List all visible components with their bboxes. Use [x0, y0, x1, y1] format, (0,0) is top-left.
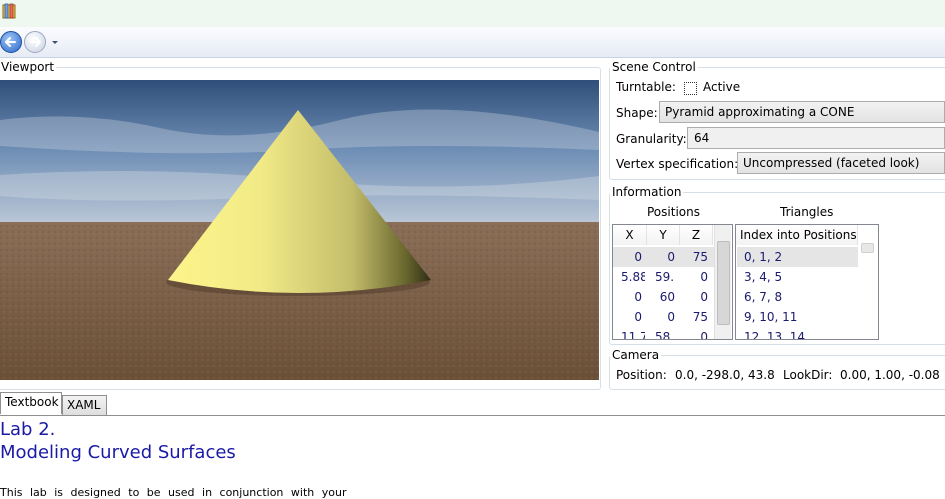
- document-tabs: Textbook XAML: [0, 392, 945, 416]
- table-cell[interactable]: 0: [647, 310, 675, 324]
- table-cell[interactable]: 75: [680, 250, 708, 264]
- table-cell[interactable]: 0: [647, 250, 675, 264]
- app-icon: [2, 3, 16, 19]
- table-cell[interactable]: 0: [680, 330, 708, 339]
- positions-list[interactable]: X Y Z 0 0 75 5.88 59.7 0 0 60 0 0 0 75 1…: [612, 224, 733, 340]
- document-paragraph: This lab is designed to be used in conju…: [0, 486, 347, 499]
- vertex-specification-value: Uncompressed (faceted look): [743, 156, 920, 170]
- table-cell[interactable]: 5.88: [613, 270, 645, 284]
- table-cell[interactable]: 60: [647, 290, 675, 304]
- table-cell[interactable]: 75: [680, 310, 708, 324]
- table-cell[interactable]: 0: [680, 290, 708, 304]
- list-item[interactable]: 6, 7, 8: [744, 290, 782, 304]
- table-cell[interactable]: 0: [613, 310, 642, 324]
- granularity-label: Granularity:: [616, 132, 687, 146]
- positions-scrollbar[interactable]: [714, 225, 731, 339]
- camera-lookdir-label: LookDir:: [783, 368, 833, 382]
- turntable-label: Turntable:: [616, 80, 676, 94]
- table-cell[interactable]: 0: [613, 290, 642, 304]
- information-legend: Information: [612, 185, 682, 199]
- positions-header: Positions: [647, 205, 700, 219]
- tab-xaml[interactable]: XAML: [62, 395, 107, 415]
- granularity-field[interactable]: 64: [687, 127, 945, 149]
- scrollbar-thumb[interactable]: [861, 243, 874, 253]
- viewport-legend: Viewport: [1, 60, 55, 74]
- granularity-value: 64: [694, 131, 710, 145]
- table-cell[interactable]: 58.8: [647, 330, 675, 339]
- navigation-bar: [0, 27, 945, 58]
- back-arrow-icon: [5, 37, 16, 47]
- triangles-header: Triangles: [780, 205, 834, 219]
- table-cell[interactable]: 0: [680, 270, 708, 284]
- table-cell[interactable]: 0: [613, 250, 642, 264]
- shape-dropdown-value: Pyramid approximating a CONE: [665, 105, 855, 119]
- camera-lookdir-value: 0.00, 1.00, -0.08: [840, 368, 940, 382]
- list-item[interactable]: 3, 4, 5: [744, 270, 782, 284]
- vertex-specification-dropdown[interactable]: Uncompressed (faceted look): [737, 152, 945, 174]
- table-cell[interactable]: 11.7: [613, 330, 645, 339]
- shape-dropdown[interactable]: Pyramid approximating a CONE: [659, 101, 945, 123]
- chevron-down-icon[interactable]: [48, 37, 62, 49]
- tab-textbook[interactable]: Textbook: [0, 392, 62, 414]
- camera-position-value: 0.0, -298.0, 43.8: [675, 368, 775, 382]
- vertex-specification-label: Vertex specification:: [616, 157, 739, 171]
- turntable-active-checkbox[interactable]: [684, 82, 697, 95]
- triangles-scrollbar[interactable]: [859, 225, 875, 339]
- forward-button[interactable]: [24, 31, 46, 53]
- forward-arrow-icon: [30, 37, 41, 47]
- camera-position-label: Position:: [616, 368, 667, 382]
- camera-legend: Camera: [612, 348, 660, 362]
- shape-label: Shape:: [616, 106, 658, 120]
- document-subheading: Modeling Curved Surfaces: [0, 442, 236, 463]
- back-button[interactable]: [0, 31, 22, 53]
- scene-control-legend: Scene Control: [612, 60, 696, 74]
- table-cell[interactable]: 59.7: [647, 270, 675, 284]
- document-heading: Lab 2.: [0, 419, 56, 440]
- title-bar: [0, 0, 945, 27]
- column-header-x[interactable]: X: [613, 225, 647, 245]
- column-header-z[interactable]: Z: [680, 225, 713, 245]
- list-item[interactable]: 9, 10, 11: [744, 310, 797, 324]
- turntable-active-label[interactable]: Active: [703, 80, 740, 94]
- viewport-3d-scene[interactable]: [0, 80, 599, 380]
- scrollbar-thumb[interactable]: [717, 241, 730, 325]
- list-item[interactable]: 0, 1, 2: [744, 250, 782, 264]
- column-header-y[interactable]: Y: [647, 225, 680, 245]
- list-item[interactable]: 12, 13, 14: [744, 330, 805, 339]
- triangles-list[interactable]: Index into Positions 0, 1, 2 3, 4, 5 6, …: [735, 224, 879, 340]
- column-header-index[interactable]: Index into Positions: [736, 225, 858, 245]
